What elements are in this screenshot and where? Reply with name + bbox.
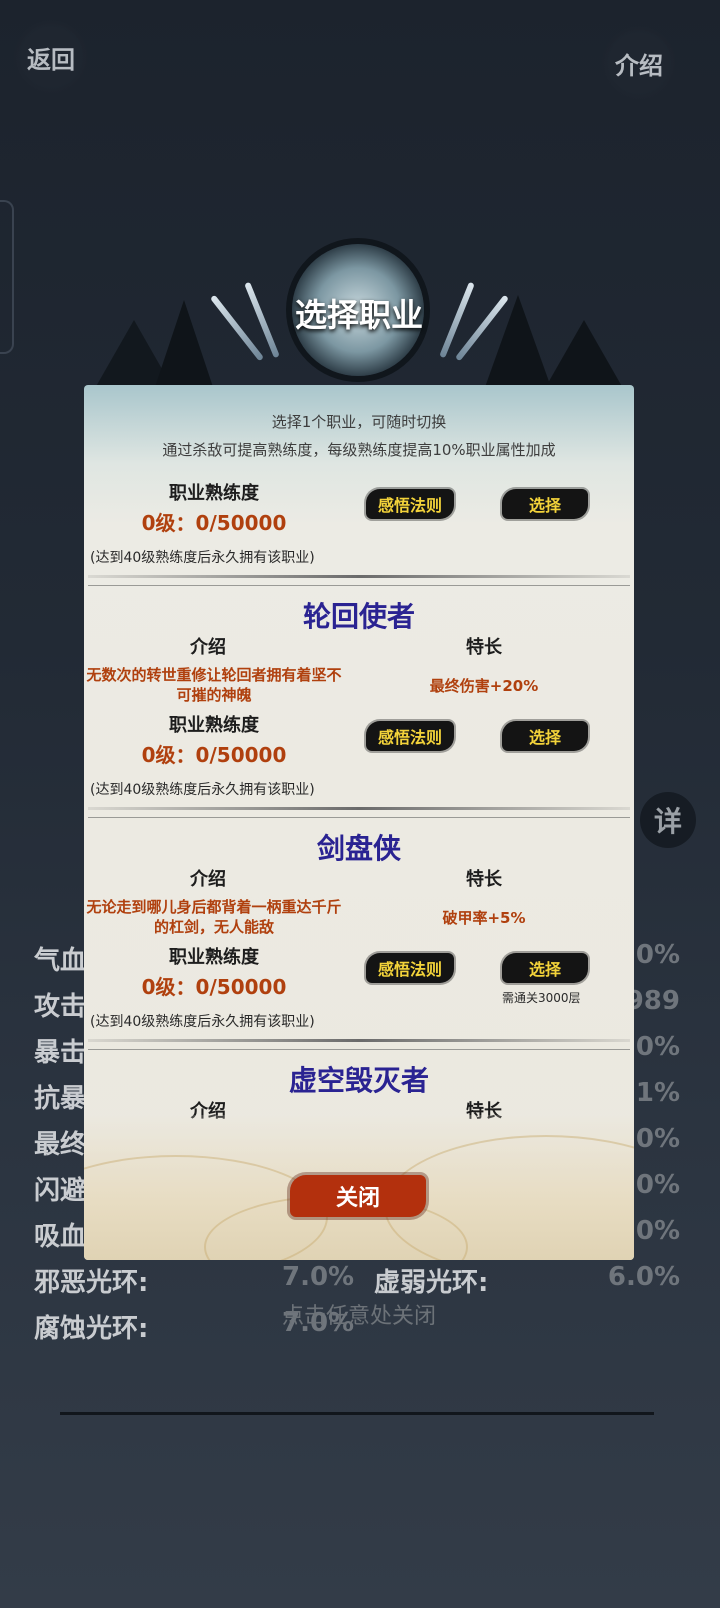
class-list[interactable]: 职业熟练度 0级：0/50000 感悟法则 选择 (达到40级熟练度后永久拥有该… — [84, 465, 634, 1140]
comprehend-button[interactable]: 感悟法则 — [366, 489, 454, 519]
proficiency-label: 职业熟练度 — [169, 947, 259, 968]
proficiency-note: (达到40级熟练度后永久拥有该职业) — [90, 1014, 315, 1030]
divider — [88, 1049, 630, 1050]
detail-button[interactable]: 详 — [640, 792, 696, 848]
divider — [88, 585, 630, 586]
class-intro: 无数次的转世重修让轮回者拥有着坚不可摧的神魄 — [86, 666, 342, 704]
proficiency-label: 职业熟练度 — [169, 715, 259, 736]
stat-name: 邪恶光环: — [34, 1268, 149, 1298]
stat-name: 最终 — [34, 1130, 87, 1160]
stat-value: 6.0% — [607, 1262, 680, 1292]
dialog-description: 选择1个职业，可随时切换 — [271, 413, 447, 431]
side-tab[interactable] — [0, 200, 14, 354]
select-button[interactable]: 选择 — [502, 721, 588, 751]
class-specialty: 破甲率+5% — [442, 909, 526, 927]
proficiency-note: (达到40级熟练度后永久拥有该职业) — [90, 550, 315, 566]
divider — [60, 1412, 654, 1415]
unlock-requirement: 需通关3000层 — [502, 991, 581, 1005]
proficiency-label: 职业熟练度 — [169, 483, 259, 504]
class-name: 轮回使者 — [302, 600, 415, 633]
divider — [88, 807, 630, 810]
stat-name: 闪避 — [34, 1176, 87, 1206]
stat-name: 气血 — [34, 946, 87, 976]
proficiency-note: (达到40级熟练度后永久拥有该职业) — [90, 782, 315, 798]
class-name: 剑盘侠 — [316, 832, 401, 865]
stat-name: 腐蚀光环: — [34, 1314, 149, 1344]
class-specialty: 最终伤害+20% — [429, 677, 539, 695]
proficiency-value: 0级：0/50000 — [141, 975, 287, 999]
class-intro: 无论走到哪儿身后都背着一柄重达千斤的杠剑，无人能敌 — [86, 898, 342, 936]
close-button[interactable]: 关闭 — [290, 1175, 426, 1217]
intro-button[interactable]: 介绍 — [602, 26, 676, 100]
comprehend-button[interactable]: 感悟法则 — [366, 721, 454, 751]
specialty-heading: 特长 — [466, 869, 502, 890]
divider — [88, 575, 630, 578]
stat-name: 攻击 — [34, 992, 87, 1022]
proficiency-value: 0级：0/50000 — [141, 511, 287, 535]
stat-name: 暴击 — [34, 1038, 87, 1068]
back-button[interactable]: 返回 — [14, 20, 88, 94]
divider — [88, 1039, 630, 1042]
select-button[interactable]: 选择 — [502, 953, 588, 983]
stat-row: 邪恶光环: 7.0% 虚弱光环: 6.0% — [0, 1262, 720, 1302]
intro-heading: 介绍 — [190, 869, 226, 890]
stat-value: 7.0% — [282, 1262, 355, 1292]
close-hint: 点击任意处关闭 — [282, 1304, 437, 1329]
dialog-description: 通过杀敌可提高熟练度，每级熟练度提高10%职业属性加成 — [162, 441, 556, 459]
divider — [88, 817, 630, 818]
comprehend-button[interactable]: 感悟法则 — [366, 953, 454, 983]
class-name: 虚空毁灭者 — [288, 1064, 429, 1097]
stat-name: 虚弱光环: — [374, 1268, 489, 1298]
proficiency-value: 0级：0/50000 — [141, 743, 287, 767]
dialog-title: 选择职业 — [294, 296, 423, 334]
class-select-dialog: 选择1个职业，可随时切换 通过杀敌可提高熟练度，每级熟练度提高10%职业属性加成… — [84, 385, 634, 1260]
specialty-heading: 特长 — [466, 637, 502, 658]
intro-heading: 介绍 — [190, 637, 226, 658]
select-button[interactable]: 选择 — [502, 489, 588, 519]
stat-name: 抗暴 — [34, 1084, 87, 1114]
